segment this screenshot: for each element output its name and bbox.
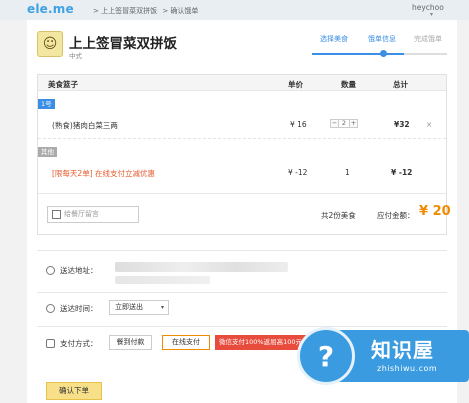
remark-input[interactable]: 给餐厅留言 xyxy=(47,206,139,223)
header-price: 单价 xyxy=(288,80,303,89)
food-basket: 美食篮子 单价 数量 总计 1号 (熟食)猪肉白菜三两 ¥ 16 − 2 + ¥… xyxy=(37,74,451,235)
header-qty: 数量 xyxy=(341,80,356,89)
chevron-down-icon[interactable]: ▾ xyxy=(430,11,433,18)
breadcrumb-restaurant[interactable]: > 上上签冒菜双拼饭 xyxy=(93,7,157,15)
step-remaining-line xyxy=(404,53,447,55)
basket-row: (熟食)猪肉白菜三两 ¥ 16 − 2 + ¥32 × xyxy=(38,111,446,139)
user-menu[interactable]: heychoo xyxy=(412,3,444,12)
basket-header: 美食篮子 单价 数量 总计 xyxy=(38,75,446,91)
breadcrumb-confirm: > 确认饿单 xyxy=(162,7,199,15)
step-order-info: 饿单信息 xyxy=(368,35,396,43)
item-qty: 1 xyxy=(345,168,350,177)
order-steps: 选择美食 饿单信息 完成饿单 xyxy=(312,34,447,58)
restaurant-name: 上上签冒菜双拼饭 xyxy=(69,36,177,52)
address-detail-blurred xyxy=(115,276,210,284)
step-complete: 完成饿单 xyxy=(414,35,442,43)
restaurant-logo-icon: ☺ xyxy=(37,31,63,57)
clock-icon xyxy=(46,303,55,313)
payment-label: 支付方式： xyxy=(60,338,98,348)
payment-icon xyxy=(46,338,55,348)
total-amount: ¥ 20 xyxy=(419,204,451,219)
pay-online-button[interactable]: 在线支付 xyxy=(162,335,210,350)
remark-placeholder: 给餐厅留言 xyxy=(64,210,99,218)
delivery-time-select[interactable]: 立即送出 ▾ xyxy=(109,300,169,315)
pay-on-delivery-button[interactable]: 餐到付款 xyxy=(109,335,152,350)
group-tag-1: 1号 xyxy=(38,99,55,109)
address-label: 送达地址： xyxy=(60,265,98,275)
divider xyxy=(37,250,447,251)
basket-row: [限每天2单] 在线支付立减优惠 ¥ -12 1 ¥ -12 xyxy=(38,159,446,187)
header-name: 美食篮子 xyxy=(48,80,78,89)
item-price: ¥ 16 xyxy=(290,120,307,129)
watermark-title: 知识屋 xyxy=(371,338,434,362)
location-icon xyxy=(46,265,55,275)
total-label: 应付金额： xyxy=(377,211,415,220)
decrease-button[interactable]: − xyxy=(330,119,339,128)
group-tag-other: 其他 xyxy=(38,147,57,157)
item-total: ¥32 xyxy=(394,120,410,129)
edit-icon xyxy=(52,210,61,219)
chevron-down-icon: ▾ xyxy=(160,304,164,311)
submit-order-button[interactable]: 确认下单 xyxy=(46,382,102,400)
watermark-url: zhishiwu.com xyxy=(377,364,438,373)
quantity-stepper: − 2 + xyxy=(330,118,358,129)
step-current-dot xyxy=(380,50,387,57)
address-row: 送达地址： xyxy=(46,264,98,276)
quantity-value[interactable]: 2 xyxy=(339,119,349,128)
time-label: 送达时间： xyxy=(60,303,98,313)
header-total: 总计 xyxy=(393,80,408,89)
restaurant-category: 中式 xyxy=(69,52,82,60)
increase-button[interactable]: + xyxy=(349,119,358,128)
item-count: 共2份美食 xyxy=(321,211,356,220)
delivery-time-value: 立即送出 xyxy=(115,303,143,311)
site-watermark: ? 知识屋 zhishiwu.com xyxy=(289,322,469,403)
item-name: (熟食)猪肉白菜三两 xyxy=(52,121,118,130)
step-choose-food: 选择美食 xyxy=(320,35,348,43)
payment-row: 支付方式： xyxy=(46,337,98,349)
address-value-blurred[interactable] xyxy=(115,262,288,272)
time-row: 送达时间： xyxy=(46,302,98,314)
item-name: [限每天2单] 在线支付立减优惠 xyxy=(52,169,156,178)
remove-item-icon[interactable]: × xyxy=(426,120,432,129)
item-price: ¥ -12 xyxy=(288,168,308,177)
breadcrumb: > 上上签冒菜双拼饭 > 确认饿单 xyxy=(93,6,201,16)
step-progress-line xyxy=(312,53,404,55)
basket-footer: 给餐厅留言 共2份美食 应付金额： ¥ 20 xyxy=(38,193,451,235)
top-bar: ele.me > 上上签冒菜双拼饭 > 确认饿单 heychoo ▾ xyxy=(0,0,469,20)
item-total: ¥ -12 xyxy=(391,168,413,177)
question-icon: ? xyxy=(297,327,355,385)
site-logo[interactable]: ele.me xyxy=(27,2,74,16)
divider xyxy=(37,292,447,293)
